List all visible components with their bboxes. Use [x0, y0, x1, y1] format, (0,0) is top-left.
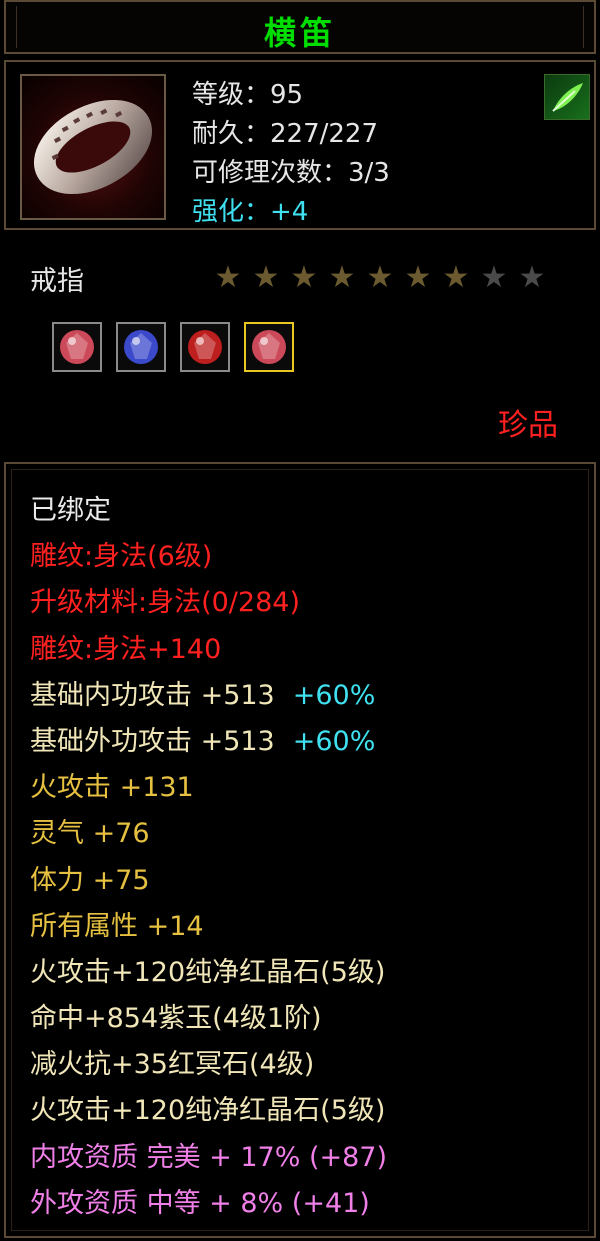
ring-icon: [33, 99, 153, 195]
attribute-line: 火攻击+120纯净红晶石(5级): [30, 950, 387, 996]
attribute-text: 灵气 +76: [30, 818, 150, 850]
star-rating: ★ ★ ★ ★ ★ ★ ★ ★ ★: [210, 262, 550, 294]
attribute-line: 所有属性 +14: [30, 904, 387, 950]
attribute-line: 火攻击+120纯净红晶石(5级): [30, 1088, 387, 1134]
attribute-text: 火攻击+120纯净红晶石(5级): [30, 1095, 386, 1127]
attribute-text: 外攻资质 中等 + 8% (+41): [30, 1187, 370, 1219]
star-empty-icon: ★: [480, 260, 508, 295]
attribute-text: 雕纹:身法(6级): [30, 541, 213, 573]
gem-sockets: [52, 322, 294, 372]
attribute-line: 外攻资质 中等 + 8% (+41): [30, 1181, 387, 1227]
star-filled-icon: ★: [404, 260, 432, 295]
item-header-panel: 等级：95 耐久：227/227 可修理次数：3/3 强化：+4: [4, 60, 596, 230]
red-green-gem-icon[interactable]: [244, 322, 294, 372]
feather-badge-icon[interactable]: [544, 74, 590, 120]
ring-item-icon[interactable]: [20, 74, 166, 220]
star-filled-icon: ★: [328, 260, 356, 295]
star-filled-icon: ★: [252, 260, 280, 295]
attribute-line: 雕纹:身法(6级): [30, 534, 387, 580]
attribute-bonus: +60%: [292, 725, 376, 757]
item-enhance: 强化：+4: [192, 197, 309, 227]
attribute-text: 火攻击+120纯净红晶石(5级): [30, 956, 386, 988]
item-type-label: 戒指: [30, 266, 84, 297]
attribute-text: 命中+854紫玉(4级1阶): [30, 1003, 322, 1035]
red-green-gem-icon[interactable]: [52, 322, 102, 372]
attribute-bonus: +60%: [292, 679, 376, 711]
attribute-text: 雕纹:身法+140: [30, 633, 222, 665]
star-filled-icon: ★: [442, 260, 470, 295]
star-filled-icon: ★: [214, 260, 242, 295]
attribute-line: 减火抗+35红冥石(4级): [30, 1042, 387, 1088]
attribute-line: 基础内功攻击 +513 +60%: [30, 673, 387, 719]
attribute-line: 灵气 +76: [30, 811, 387, 857]
star-filled-icon: ★: [366, 260, 394, 295]
attribute-list: 已绑定雕纹:身法(6级) 升级材料:身法(0/284) 雕纹:身法+140 基础内功攻…: [30, 488, 387, 1227]
blue-gem-icon[interactable]: [116, 322, 166, 372]
attribute-line: 内攻资质 完美 + 17% (+87): [30, 1135, 387, 1181]
attribute-text: 所有属性 +14: [30, 910, 204, 942]
item-level: 等级：95: [192, 80, 304, 110]
star-empty-icon: ★: [518, 260, 546, 295]
attribute-line: 命中+854紫玉(4级1阶): [30, 996, 387, 1042]
feather-icon: [552, 83, 583, 112]
item-durability: 耐久：227/227: [192, 119, 379, 149]
attribute-line: 基础外功攻击 +513 +60%: [30, 719, 387, 765]
attribute-text: 基础内功攻击 +513: [30, 679, 275, 711]
title-bar: 横笛: [4, 0, 596, 54]
star-filled-icon: ★: [290, 260, 318, 295]
attribute-line: 雕纹:身法+140: [30, 627, 387, 673]
attribute-text: 内攻资质 完美 + 17% (+87): [30, 1141, 388, 1173]
item-stats: 等级：95 耐久：227/227 可修理次数：3/3 强化：+4: [192, 76, 390, 232]
attribute-line: 火攻击 +131: [30, 765, 387, 811]
attribute-panel: 已绑定雕纹:身法(6级) 升级材料:身法(0/284) 雕纹:身法+140 基础内功攻…: [4, 462, 596, 1238]
attribute-text: 已绑定: [30, 495, 111, 526]
attribute-line: 升级材料:身法(0/284): [30, 580, 387, 626]
attribute-text: 火攻击 +131: [30, 772, 194, 804]
attribute-text: 升级材料:身法(0/284): [30, 587, 300, 619]
attribute-line: 已绑定: [30, 488, 387, 534]
rarity-label: 珍品: [498, 408, 558, 443]
attribute-text: 基础外功攻击 +513: [30, 725, 275, 757]
item-title: 横笛: [263, 14, 336, 52]
attribute-line: 体力 +75: [30, 858, 387, 904]
red-gem-icon[interactable]: [180, 322, 230, 372]
item-repairs: 可修理次数：3/3: [192, 158, 390, 188]
attribute-text: 减火抗+35红冥石(4级): [30, 1049, 315, 1081]
attribute-text: 体力 +75: [30, 864, 150, 896]
